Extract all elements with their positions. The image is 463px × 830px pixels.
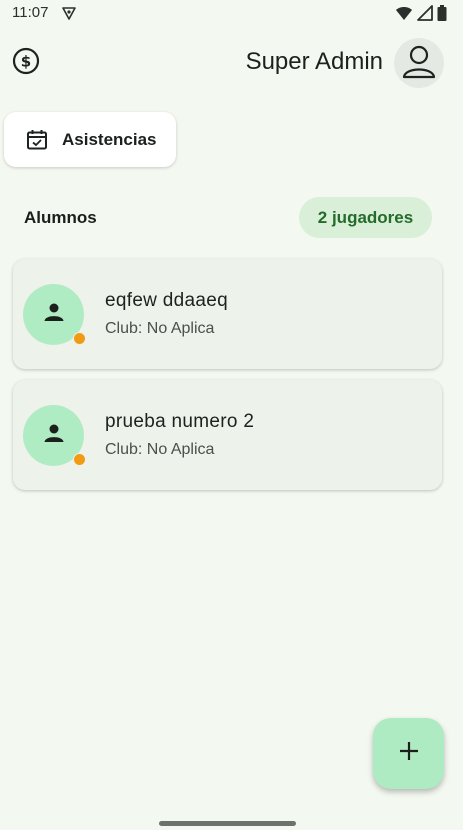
- asistencias-button[interactable]: Asistencias: [4, 112, 176, 167]
- player-name: eqfew ddaaeq: [105, 290, 228, 311]
- person-outline-icon: [399, 41, 439, 86]
- calendar-check-icon: [26, 129, 48, 151]
- battery-icon: [437, 5, 447, 26]
- person-icon: [42, 421, 66, 450]
- status-icons: [395, 5, 447, 26]
- plus-icon: [398, 740, 420, 767]
- dollar-circle-icon: $: [12, 47, 40, 80]
- gesture-nav-handle[interactable]: [159, 821, 296, 826]
- currency-button[interactable]: $: [11, 47, 41, 80]
- status-bar: 11:07: [0, 0, 463, 28]
- player-club: Club: No Aplica: [105, 441, 215, 458]
- player-name: prueba numero 2: [105, 411, 255, 432]
- person-icon: [42, 300, 66, 329]
- profile-avatar-button[interactable]: [394, 38, 444, 88]
- player-count-badge: 2 jugadores: [299, 197, 432, 238]
- vpn-icon: [61, 5, 77, 26]
- status-dot: [73, 453, 86, 466]
- asistencias-label: Asistencias: [62, 129, 157, 149]
- add-player-fab[interactable]: [373, 718, 444, 789]
- svg-text:$: $: [21, 52, 31, 70]
- signal-icon: [417, 5, 433, 26]
- section-title: Alumnos: [24, 208, 97, 227]
- status-dot: [73, 332, 86, 345]
- player-card[interactable]: eqfew ddaaeq Club: No Aplica: [13, 259, 442, 369]
- user-name: Super Admin: [245, 48, 383, 75]
- player-card[interactable]: prueba numero 2 Club: No Aplica: [13, 380, 442, 490]
- player-club: Club: No Aplica: [105, 320, 215, 337]
- wifi-icon: [395, 5, 413, 26]
- status-time: 11:07: [12, 4, 49, 21]
